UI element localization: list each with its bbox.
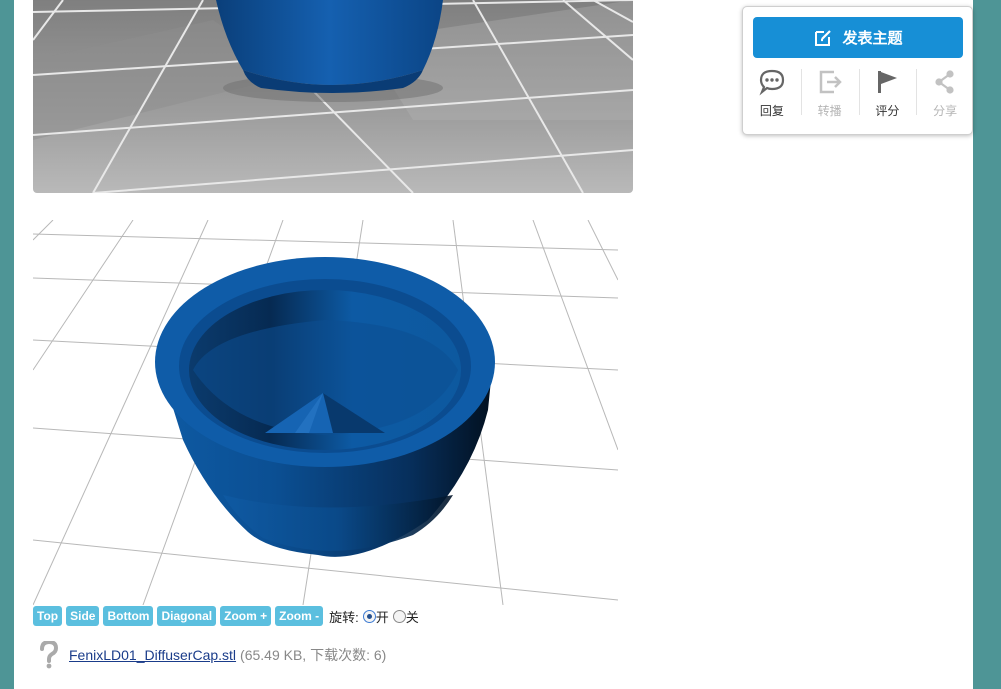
view-top-button[interactable]: Top	[33, 606, 63, 626]
view-diagonal-button[interactable]: Diagonal	[157, 606, 217, 626]
question-mark-icon	[40, 641, 59, 669]
post-new-topic-button[interactable]: 发表主题	[753, 17, 963, 58]
forward-label: 转播	[817, 104, 842, 118]
action-row: 回复 转播 评分 分享	[743, 65, 974, 121]
reply-action[interactable]: 回复	[743, 65, 801, 121]
share-label: 分享	[933, 104, 958, 118]
chat-bubble-icon	[759, 69, 784, 96]
zoom-out-button[interactable]: Zoom -	[275, 606, 324, 626]
thread-action-box: 发表主题 回复 转播 评分 分享	[742, 6, 973, 135]
rotate-on-label: 开	[375, 609, 389, 625]
rotate-on-radio[interactable]	[362, 609, 376, 623]
view-bottom-button[interactable]: Bottom	[103, 606, 154, 626]
rate-action[interactable]: 评分	[858, 65, 917, 121]
share-icon	[935, 70, 954, 94]
post-new-topic-label: 发表主题	[842, 30, 903, 47]
zoom-in-button[interactable]: Zoom +	[220, 606, 272, 626]
rate-label: 评分	[875, 104, 900, 118]
viewer-controls: Top Side Bottom Diagonal Zoom + Zoom - 旋…	[33, 606, 419, 626]
share-action[interactable]: 分享	[916, 65, 974, 121]
rotate-label: 旋转:	[329, 609, 359, 625]
forward-action[interactable]: 转播	[800, 65, 859, 121]
attachment-row: FenixLD01_DiffuserCap.stl (65.49 KB, 下载次…	[38, 641, 386, 669]
attachment-meta: (65.49 KB, 下载次数: 6)	[240, 647, 387, 663]
attachment-filename-link[interactable]: FenixLD01_DiffuserCap.stl	[69, 647, 236, 663]
rotate-off-radio[interactable]	[392, 609, 406, 623]
stl-3d-viewer[interactable]	[33, 220, 618, 605]
flag-icon	[878, 71, 898, 93]
rotate-off-label: 关	[405, 609, 419, 625]
edit-icon	[815, 29, 832, 46]
render-image	[33, 0, 633, 193]
view-side-button[interactable]: Side	[66, 606, 100, 626]
reply-label: 回复	[759, 104, 784, 118]
forward-icon	[819, 70, 842, 94]
